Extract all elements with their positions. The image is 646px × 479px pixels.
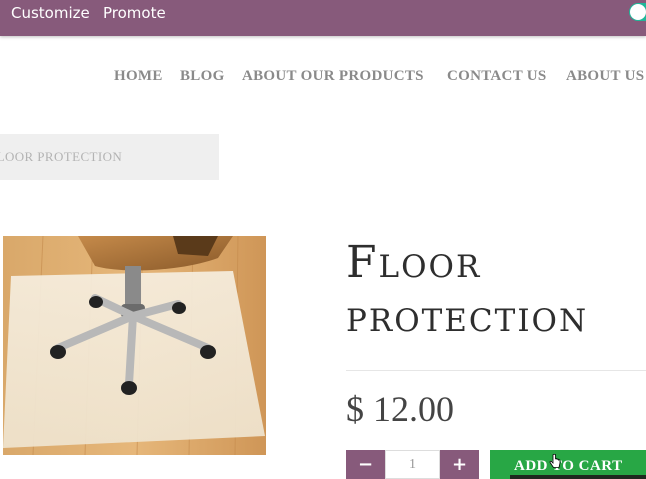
customize-menu[interactable]: Customize (11, 4, 90, 22)
product-title-line-2: protection (346, 291, 589, 342)
promote-menu[interactable]: Promote (103, 4, 166, 22)
admin-top-bar: Customize Promote (0, 0, 646, 36)
decrease-quantity-button[interactable]: − (346, 450, 385, 479)
title-divider (346, 370, 646, 371)
product-title: Floor protection (346, 236, 646, 344)
nav-item-contact-us[interactable]: CONTACT US (447, 68, 547, 85)
product-title-line-1: Floor (346, 237, 482, 288)
product-price: $ 12.00 (346, 389, 454, 429)
nav-item-home[interactable]: HOME (114, 68, 163, 85)
breadcrumb-current: FLOOR PROTECTION (0, 149, 123, 164)
nav-item-about-our-products[interactable]: ABOUT OUR PRODUCTS (242, 68, 424, 85)
publish-toggle[interactable] (629, 3, 646, 21)
plus-icon: + (451, 454, 468, 475)
nav-item-blog[interactable]: BLOG (180, 68, 225, 85)
hand-pointer-icon (549, 454, 561, 468)
floor-protection-photo (3, 236, 266, 455)
increase-quantity-button[interactable]: + (440, 450, 479, 479)
button-shadow (510, 475, 646, 479)
quantity-input[interactable] (385, 450, 440, 479)
breadcrumb: FLOOR PROTECTION (0, 134, 219, 180)
add-to-cart-label: ADD TO CART (514, 458, 623, 474)
nav-item-about-us[interactable]: ABOUT US (566, 68, 644, 85)
toggle-knob (630, 4, 646, 20)
minus-icon: − (357, 454, 374, 475)
main-navigation: HOME BLOG ABOUT OUR PRODUCTS CONTACT US … (0, 68, 646, 88)
product-image[interactable] (3, 236, 266, 455)
